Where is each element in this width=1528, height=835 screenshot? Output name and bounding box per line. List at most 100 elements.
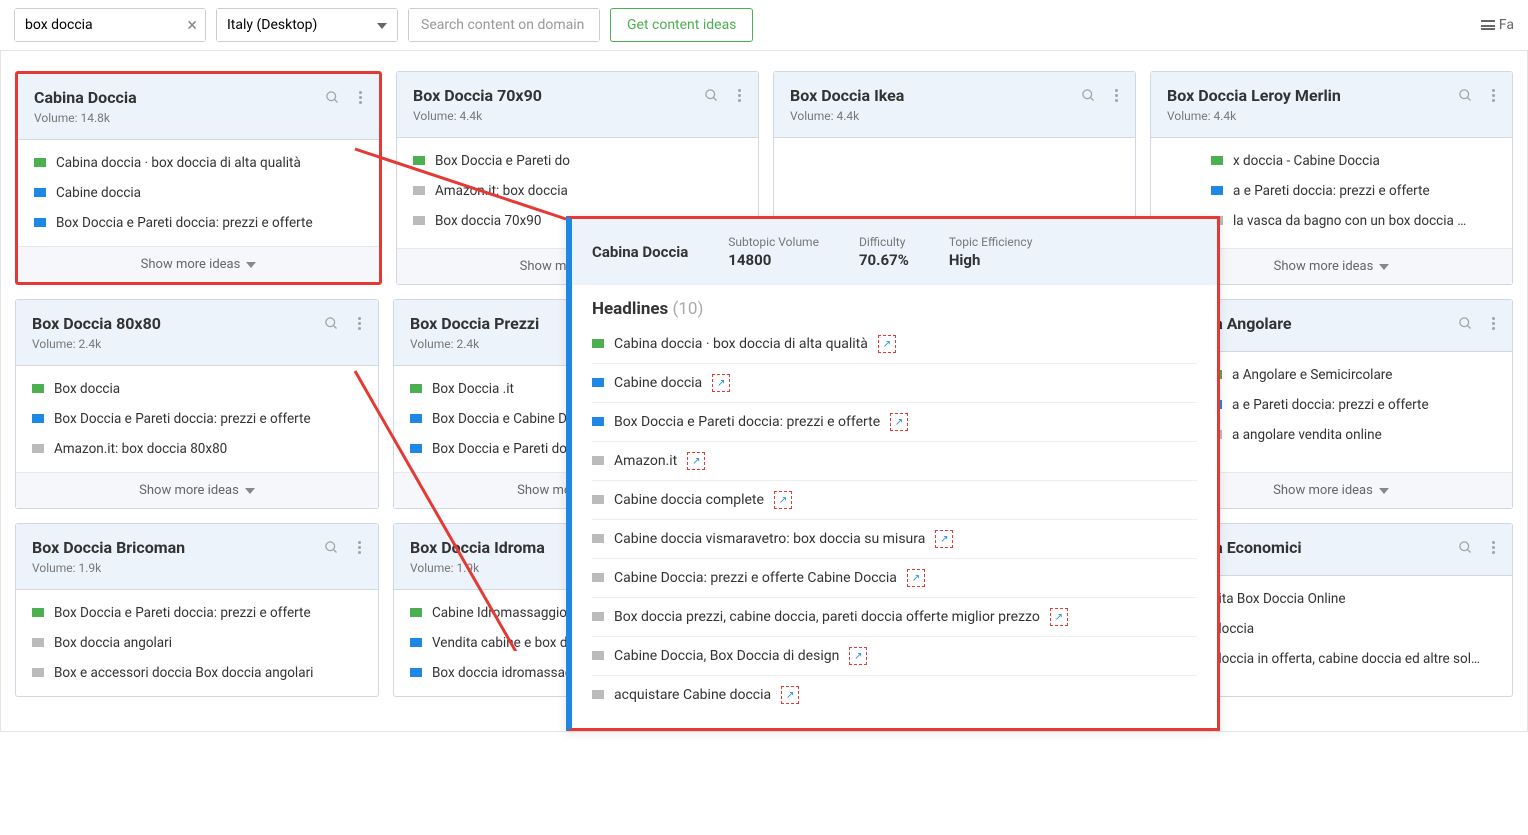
headline-row[interactable]: Cabine doccia↗: [592, 364, 1197, 403]
idea-row[interactable]: Cabina doccia · box doccia di alta quali…: [18, 148, 379, 178]
headline-row[interactable]: Cabine doccia vismaravetro: box doccia s…: [592, 520, 1197, 559]
card-header: Box Doccia Ikea Volume: 4.4k: [774, 72, 1135, 138]
external-link-icon[interactable]: ↗: [712, 374, 730, 392]
get-content-ideas-button[interactable]: Get content ideas: [610, 8, 753, 42]
card-title[interactable]: Box Doccia Leroy Merlin: [1167, 86, 1496, 105]
headline-row[interactable]: Box doccia prezzi, cabine doccia, pareti…: [592, 598, 1197, 637]
card-header: Box Doccia 70x90 Volume: 4.4k: [397, 72, 758, 138]
external-link-icon[interactable]: ↗: [1050, 608, 1068, 626]
card-title[interactable]: Box Doccia Bricoman: [32, 538, 362, 557]
card-volume: Volume: 14.8k: [34, 111, 363, 125]
list-icon: [1481, 20, 1495, 30]
external-link-icon[interactable]: ↗: [890, 413, 908, 431]
megaphone-icon: [592, 377, 606, 389]
idea-row[interactable]: x doccia - Cabine Doccia: [1151, 146, 1512, 176]
more-icon[interactable]: [1484, 314, 1502, 332]
megaphone-icon: [1211, 155, 1225, 167]
search-icon[interactable]: [1079, 86, 1097, 104]
megaphone-icon: [592, 455, 606, 467]
idea-text: x doccia - Cabine Doccia: [1233, 153, 1380, 169]
headline-row[interactable]: Cabine Doccia, Box Doccia di design↗: [592, 637, 1197, 676]
external-link-icon[interactable]: ↗: [849, 647, 867, 665]
country-select-wrap: Italy (Desktop): [216, 8, 398, 42]
idea-row[interactable]: Amazon.it: box doccia 80x80: [16, 434, 378, 464]
more-icon[interactable]: [1484, 538, 1502, 556]
megaphone-icon: [592, 572, 606, 584]
idea-text: Box doccia angolari: [54, 635, 172, 651]
topic-card: Box Doccia 80x80 Volume: 2.4k Box doccia…: [15, 299, 379, 509]
more-icon[interactable]: [350, 314, 368, 332]
search-icon[interactable]: [1456, 538, 1474, 556]
headline-text: Cabine doccia complete: [614, 492, 764, 508]
headline-row[interactable]: Cabina doccia · box doccia di alta quali…: [592, 325, 1197, 364]
chevron-down-icon: [1379, 488, 1389, 494]
search-icon[interactable]: [702, 86, 720, 104]
idea-row[interactable]: Box Doccia e Pareti doccia: prezzi e off…: [18, 208, 379, 238]
headline-row[interactable]: Cabine doccia complete ↗: [592, 481, 1197, 520]
headline-row[interactable]: Box Doccia e Pareti doccia: prezzi e off…: [592, 403, 1197, 442]
idea-text: Cabine doccia: [56, 185, 141, 201]
stat-label: Topic Efficiency: [949, 235, 1033, 249]
search-icon[interactable]: [323, 88, 341, 106]
megaphone-icon: [32, 637, 46, 649]
external-link-icon[interactable]: ↗: [878, 335, 896, 353]
search-icon[interactable]: [322, 538, 340, 556]
card-title[interactable]: Box Doccia Ikea: [790, 86, 1119, 105]
idea-row[interactable]: Box Doccia e Pareti doccia: prezzi e off…: [16, 598, 378, 628]
keyword-input[interactable]: [15, 9, 205, 41]
card-title[interactable]: Box Doccia 80x80: [32, 314, 362, 333]
idea-text: Amazon.it: box doccia: [435, 183, 568, 199]
idea-text: Box Doccia .it: [432, 381, 514, 397]
card-title[interactable]: Box Doccia 70x90: [413, 86, 742, 105]
headline-row[interactable]: Cabine Doccia: prezzi e offerte Cabine D…: [592, 559, 1197, 598]
card-title[interactable]: ia Economici: [1210, 538, 1496, 557]
idea-row[interactable]: Box doccia angolari: [16, 628, 378, 658]
external-link-icon[interactable]: ↗: [935, 530, 953, 548]
idea-row[interactable]: a e Pareti doccia: prezzi e offerte: [1151, 176, 1512, 206]
idea-text: Box doccia: [54, 381, 120, 397]
topic-card: Cabina Doccia Volume: 14.8k Cabina docci…: [15, 71, 382, 285]
stat-label: Difficulty: [859, 235, 909, 249]
external-link-icon[interactable]: ↗: [907, 569, 925, 587]
favorites-link[interactable]: Fa: [1481, 17, 1514, 33]
headline-row[interactable]: acquistare Cabine doccia↗: [592, 676, 1197, 714]
idea-row[interactable]: Box Doccia e Pareti doccia: prezzi e off…: [16, 404, 378, 434]
idea-row[interactable]: Box Doccia e Pareti do: [397, 146, 758, 176]
clear-icon[interactable]: ×: [187, 15, 197, 36]
idea-row[interactable]: Amazon.it: box doccia: [397, 176, 758, 206]
stat-block: Difficulty70.67%: [859, 235, 909, 269]
megaphone-icon: [32, 413, 46, 425]
megaphone-icon: [34, 187, 48, 199]
more-icon[interactable]: [351, 88, 369, 106]
card-title[interactable]: ia Angolare: [1210, 314, 1496, 333]
external-link-icon[interactable]: ↗: [687, 452, 705, 470]
search-icon[interactable]: [1456, 314, 1474, 332]
megaphone-icon: [32, 667, 46, 679]
more-icon[interactable]: [350, 538, 368, 556]
idea-text: Box Doccia e Pareti doccia: prezzi e off…: [54, 605, 311, 621]
country-select[interactable]: Italy (Desktop): [217, 9, 397, 41]
detail-header: Cabina Doccia Subtopic Volume14800Diffic…: [572, 219, 1217, 285]
external-link-icon[interactable]: ↗: [781, 686, 799, 704]
show-more-button[interactable]: Show more ideas: [16, 472, 378, 508]
card-header: Box Doccia Leroy Merlin Volume: 4.4k: [1151, 72, 1512, 138]
external-link-icon[interactable]: ↗: [774, 491, 792, 509]
show-more-button[interactable]: Show more ideas: [18, 246, 379, 282]
stat-value: 14800: [728, 251, 819, 269]
chevron-down-icon: [1379, 264, 1389, 270]
more-icon[interactable]: [1484, 86, 1502, 104]
idea-row[interactable]: Box doccia: [16, 374, 378, 404]
topic-card: Box Doccia Bricoman Volume: 1.9k Box Doc…: [15, 523, 379, 697]
idea-text: Box Doccia e Pareti doccia: prezzi e off…: [54, 411, 311, 427]
card-title[interactable]: Cabina Doccia: [34, 88, 363, 107]
megaphone-icon: [410, 443, 424, 455]
search-icon[interactable]: [1456, 86, 1474, 104]
search-icon[interactable]: [322, 314, 340, 332]
headline-row[interactable]: Amazon.it↗: [592, 442, 1197, 481]
domain-search-input[interactable]: [409, 9, 599, 41]
idea-row[interactable]: Box e accessori doccia Box doccia angola…: [16, 658, 378, 688]
idea-row[interactable]: Cabine doccia: [18, 178, 379, 208]
headlines-header: Headlines (10): [572, 285, 1217, 325]
more-icon[interactable]: [730, 86, 748, 104]
more-icon[interactable]: [1107, 86, 1125, 104]
